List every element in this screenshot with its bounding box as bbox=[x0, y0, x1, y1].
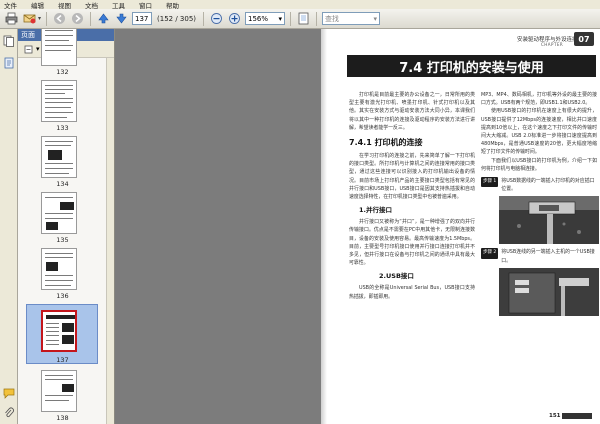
printer-port-photo bbox=[499, 196, 599, 245]
forward-button[interactable] bbox=[70, 11, 85, 26]
step-2: 步骤 2 将USB连线的另一端插入主机的一个USB接口。 bbox=[481, 248, 597, 264]
subsection-heading-parallel: 1.并行接口 bbox=[359, 206, 392, 215]
options-dropdown-arrow[interactable]: ▾ bbox=[36, 45, 40, 53]
thumbnail-label: 136 bbox=[56, 292, 69, 300]
thumbnail-page[interactable] bbox=[41, 136, 77, 178]
fit-page-button[interactable] bbox=[296, 11, 311, 26]
menu-bar: 文件 编辑 视图 文档 工具 窗口 帮助 bbox=[0, 0, 600, 10]
pages-panel: 页面 ▾ 132 133 134 135 136 137 138 bbox=[18, 29, 115, 424]
computer-usb-image bbox=[499, 267, 599, 316]
printer-icon bbox=[5, 12, 18, 25]
pages-icon[interactable] bbox=[3, 35, 15, 47]
section-title-bar: 7.4 打印机的安装与使用 bbox=[347, 55, 596, 77]
thumbnail-label: 132 bbox=[56, 68, 69, 76]
thumbnail-label: 137 bbox=[56, 356, 69, 364]
toolbar-separator bbox=[290, 11, 292, 26]
document-background bbox=[115, 29, 321, 424]
paperclip-icon[interactable] bbox=[3, 407, 15, 419]
subsection-heading-usb: 2.USB接口 bbox=[379, 272, 414, 281]
zoom-out-button[interactable] bbox=[209, 11, 224, 26]
email-dropdown-arrow[interactable]: ▾ bbox=[38, 15, 41, 22]
thumbnail-label: 135 bbox=[56, 236, 69, 244]
thumbnail-label: 133 bbox=[56, 124, 69, 132]
forward-arrow-icon bbox=[72, 13, 84, 24]
zoom-value: 156% bbox=[248, 14, 269, 23]
find-placeholder: 查找 bbox=[325, 14, 340, 23]
toolbar-separator bbox=[90, 11, 92, 26]
zoom-in-button[interactable] bbox=[227, 11, 242, 26]
print-button[interactable] bbox=[4, 11, 19, 26]
intro-paragraph: 打印机是目前最主要的办公设备之一，日常所用的类型主要有激光打印机、喷墨打印机、针… bbox=[349, 92, 475, 131]
section-paragraph: 在学习打印机的连接之前，先来简单了解一下打印机的接口类型。所打印机与计算机之间的… bbox=[349, 153, 475, 201]
chapter-number: 07 bbox=[574, 32, 594, 46]
page-number: 151 bbox=[549, 413, 561, 419]
step-2-text: 将USB连线的另一端插入主机的一个USB接口。 bbox=[501, 249, 595, 264]
subsection-paragraph-usb: USB的全称是Universal Serial Bus，USB接口支持热插拔，即… bbox=[349, 285, 475, 300]
next-page-button[interactable] bbox=[114, 11, 129, 26]
find-input[interactable]: 查找 ▾ bbox=[322, 12, 381, 25]
email-button[interactable] bbox=[22, 11, 37, 26]
page-shadow bbox=[321, 29, 327, 424]
chevron-down-icon: ▾ bbox=[278, 14, 283, 23]
usb-paragraph-a: MP3、MP4、数码相机，打印机等外设的最主要的接口方式。USB有两个规范，即U… bbox=[481, 92, 597, 107]
back-arrow-icon bbox=[54, 13, 66, 24]
email-icon bbox=[23, 14, 36, 24]
prev-page-button[interactable] bbox=[96, 11, 111, 26]
thumbnail-page[interactable] bbox=[41, 248, 77, 290]
zoom-select[interactable]: 156% ▾ bbox=[245, 12, 286, 25]
toolbar-separator bbox=[203, 11, 205, 26]
zoom-in-icon bbox=[229, 13, 240, 24]
pages-panel-title: 页面 bbox=[21, 31, 35, 39]
footer-band bbox=[562, 413, 592, 419]
page-number-input[interactable] bbox=[132, 12, 153, 25]
fit-page-icon bbox=[298, 12, 309, 25]
section-heading: 7.4.1 打印机的连接 bbox=[349, 138, 423, 148]
chapter-label: CHAPTER bbox=[541, 42, 564, 47]
text-column-right: MP3、MP4、数码相机，打印机等外设的最主要的接口方式。USB有两个规范，即U… bbox=[481, 91, 599, 316]
step-1: 步骤 1 将USB数据线的一端插入打印机的对应插口位置。 bbox=[481, 177, 597, 193]
document-page: 安装驱动程序与外设连接 CHAPTER 07 7.4 打印机的安装与使用 打印机… bbox=[321, 29, 600, 424]
printer-port-image bbox=[499, 196, 599, 245]
thumbnail-page[interactable] bbox=[41, 370, 77, 412]
document-viewport[interactable]: 安装驱动程序与外设连接 CHAPTER 07 7.4 打印机的安装与使用 打印机… bbox=[115, 29, 600, 424]
thumbnail-label: 138 bbox=[56, 414, 69, 422]
chevron-down-icon: ▾ bbox=[373, 14, 378, 23]
thumbnail-page[interactable] bbox=[41, 192, 77, 234]
step-1-text: 将USB数据线的一端插入打印机的对应插口位置。 bbox=[501, 178, 595, 193]
page-count: (152 / 305) bbox=[157, 14, 197, 23]
usb-paragraph-c: 下面我们以USB接口的打印机为例，介绍一下如何将打印机与电脑相连接。 bbox=[481, 157, 597, 172]
thumbnail-page[interactable] bbox=[41, 80, 77, 122]
thumbnail-page-selected[interactable] bbox=[41, 310, 77, 352]
navigation-strip bbox=[0, 29, 18, 424]
usb-paragraph-b: 使用USB接口的打印机在速度上有很大的提升，USB接口提供了12Mbps的连接速… bbox=[481, 108, 597, 156]
arrow-up-icon bbox=[98, 13, 109, 24]
thumbnail-list: 132 133 134 135 136 137 138 bbox=[18, 29, 107, 424]
arrow-down-icon bbox=[116, 13, 127, 24]
attachments-icon[interactable] bbox=[3, 57, 15, 69]
thumbnail-page[interactable] bbox=[41, 29, 77, 66]
step-1-badge: 步骤 1 bbox=[481, 177, 499, 188]
step-2-badge: 步骤 2 bbox=[481, 248, 499, 259]
toolbar-separator bbox=[46, 11, 48, 26]
page-title: 7.4 打印机的安装与使用 bbox=[399, 60, 544, 76]
thumbnail-label: 134 bbox=[56, 180, 69, 188]
back-button[interactable] bbox=[52, 11, 67, 26]
zoom-out-icon bbox=[211, 13, 222, 24]
computer-usb-photo bbox=[499, 267, 599, 316]
text-column-left: 打印机是目前最主要的办公设备之一，日常所用的类型主要有激光打印机、喷墨打印机、针… bbox=[349, 91, 475, 301]
subsection-paragraph-parallel: 并行接口又被称为“并口”，是一种增强了的双向并行传输接口。优点是不需要在PC中用… bbox=[349, 219, 475, 267]
pages-panel-scrollbar[interactable] bbox=[106, 58, 114, 424]
comments-icon[interactable] bbox=[3, 387, 15, 399]
toolbar-separator bbox=[316, 11, 318, 26]
toolbar: ▾ (152 / 305) 156% ▾ 查找 ▾ bbox=[0, 9, 600, 29]
options-icon[interactable] bbox=[24, 45, 33, 54]
